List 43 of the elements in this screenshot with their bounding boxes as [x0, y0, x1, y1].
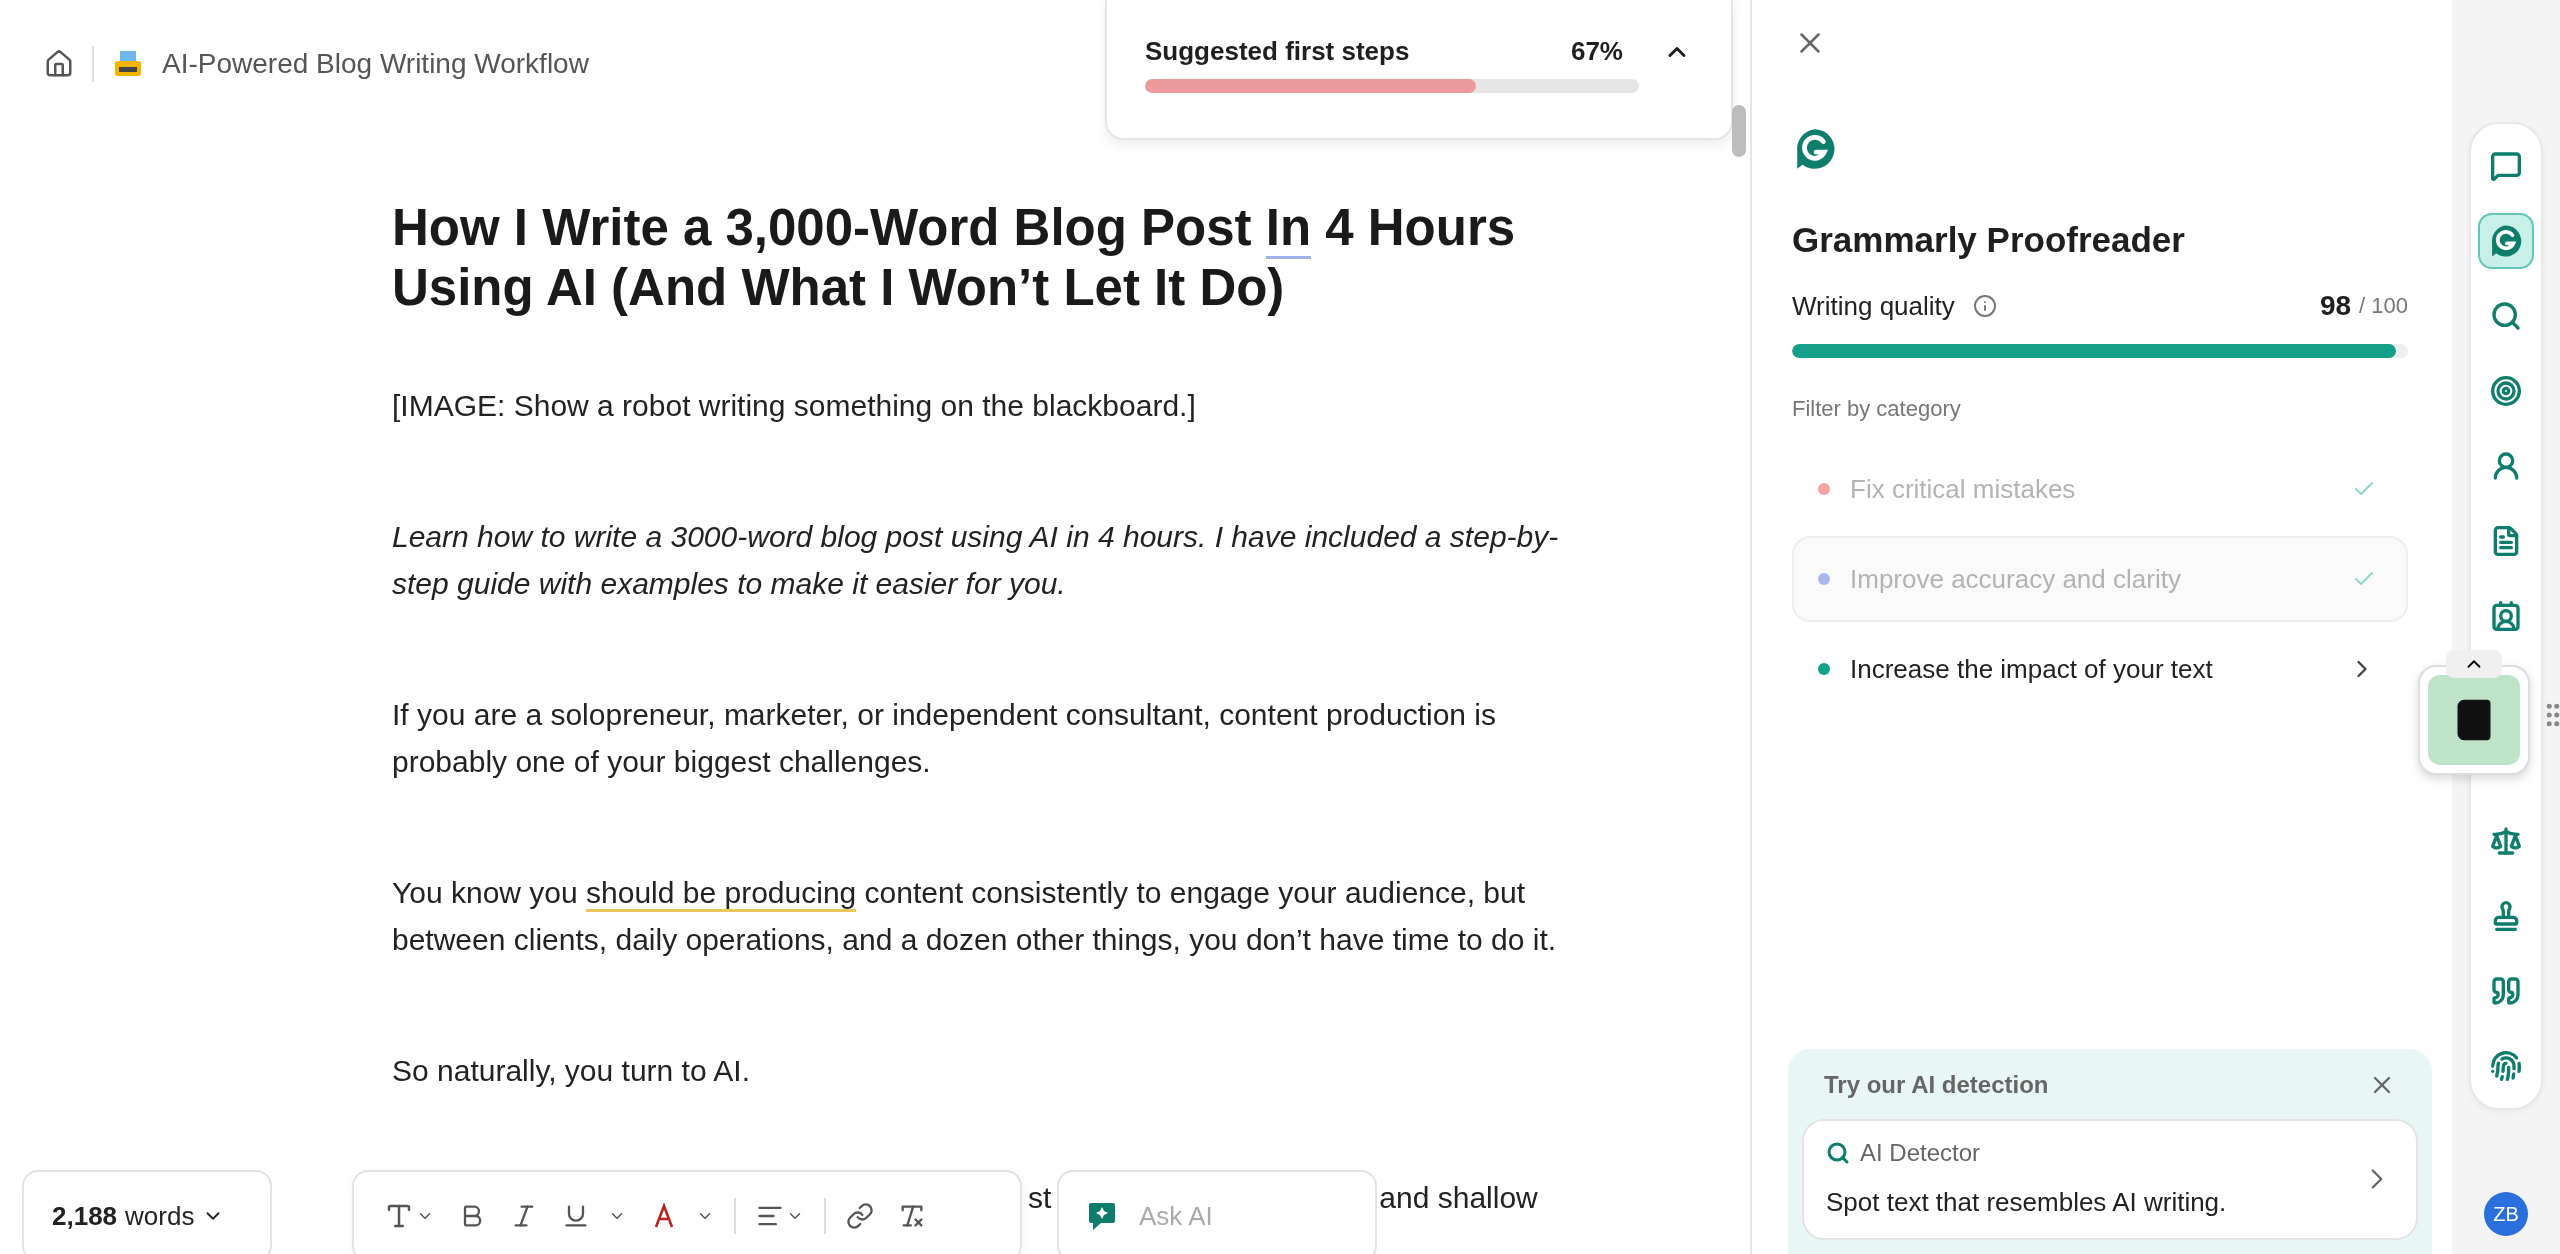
target-icon	[2490, 375, 2522, 407]
ai-detector-description: Spot text that resembles AI writing.	[1826, 1187, 2228, 1218]
user-avatar[interactable]: ZB	[2484, 1192, 2528, 1236]
paragraph: [IMAGE: Show a robot writing something on the blackboard.]	[392, 388, 1197, 424]
category-label: Fix critical mistakes	[1850, 473, 2077, 505]
quality-label: Writing quality	[1792, 290, 1955, 322]
search-icon	[2490, 300, 2522, 332]
link-icon	[846, 1202, 874, 1230]
paragraph: You know you should be producing content consistently to engage your audience, but between clients, daily operations, and a dozen other things, you don’t have time to do it.	[392, 875, 1558, 958]
scale-icon	[2490, 825, 2522, 857]
ai-detector-label: AI Detector	[1860, 1139, 1981, 1167]
ai-detector-card[interactable]: AI Detector Spot text that resembles AI writing.	[1802, 1119, 2418, 1240]
document-title: AI-Powered Blog Writing Workflow	[162, 48, 589, 80]
paragraph-fragment: st	[1028, 1180, 1052, 1216]
chat-sparkle-icon	[1087, 1200, 1117, 1232]
word-count-button[interactable]: 2,188 words	[22, 1170, 272, 1254]
paragraph: Learn how to write a 3000-word blog post using AI in 4 hours. I have included a step-by-step guide with examples to make it easier for you.	[392, 519, 1560, 602]
home-icon[interactable]	[44, 49, 74, 79]
quote-icon	[2490, 975, 2522, 1007]
ask-ai-field[interactable]: Ask AI	[1057, 1170, 1377, 1254]
paragraph: So naturally, you turn to AI.	[392, 1053, 751, 1089]
search-icon	[1826, 1141, 1850, 1165]
contact-icon	[2490, 600, 2522, 632]
fingerprint-icon	[2490, 1050, 2522, 1082]
ai-detection-title: Try our AI detection	[1824, 1071, 2050, 1099]
filter-label: Filter by category	[1792, 396, 1962, 422]
scrollbar-thumb[interactable]	[1732, 105, 1746, 157]
info-icon[interactable]	[1972, 294, 1997, 318]
floating-widget[interactable]	[2418, 665, 2530, 775]
chat-icon	[2490, 150, 2522, 182]
document-heading: How I Write a 3,000-Word Blog Post In 4 Hours Using AI (And What I Won’t Let It Do)	[392, 198, 1517, 318]
paragraph: If you are a solopreneur, marketer, or independent consultant, content production is probably one of your biggest challenges.	[392, 697, 1498, 780]
quality-score: 98	[2319, 290, 2352, 322]
category-label: Increase the impact of your text	[1850, 653, 2214, 685]
rail-button[interactable]	[2478, 213, 2534, 269]
steps-percent: 67%	[1570, 36, 1623, 67]
steps-title: Suggested first steps	[1145, 36, 1411, 67]
panel-title: Grammarly Proofreader	[1792, 220, 2186, 260]
paragraph-fragment: and shallow	[1379, 1180, 1538, 1216]
quality-max: / 100	[2359, 293, 2408, 319]
expand-tab[interactable]	[2446, 650, 2502, 678]
category-label: Improve accuracy and clarity	[1850, 563, 2182, 595]
category-item[interactable]: Increase the impact of your text	[1792, 626, 2408, 712]
